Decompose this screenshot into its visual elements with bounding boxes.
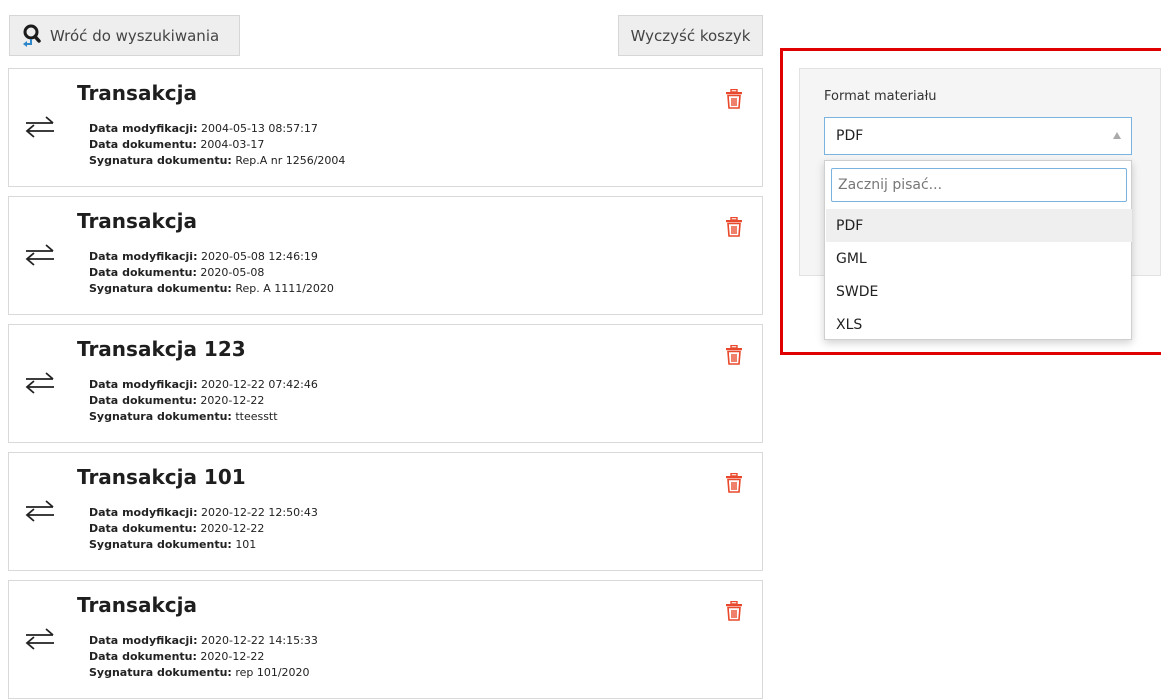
caret-up-icon <box>1113 132 1121 139</box>
modified-value: 2020-05-08 12:46:19 <box>200 250 318 263</box>
signature-label: Sygnatura dokumentu: <box>89 410 232 423</box>
cart-item-card: Transakcja Data modyfikacji: 2020-05-08 … <box>8 196 763 315</box>
cart-item-details: Data modyfikacji: 2020-12-22 14:15:33 Da… <box>89 633 318 681</box>
clear-cart-button[interactable]: Wyczyść koszyk <box>618 15 763 56</box>
format-dropdown: PDF GML SWDE XLS <box>824 160 1132 340</box>
format-option-gml[interactable]: GML <box>826 242 1132 275</box>
trash-icon[interactable] <box>725 89 743 109</box>
cart-item-details: Data modyfikacji: 2020-05-08 12:46:19 Da… <box>89 249 334 297</box>
doc-date-label: Data dokumentu: <box>89 650 197 663</box>
doc-date-value: 2020-12-22 <box>200 650 265 663</box>
signature-label: Sygnatura dokumentu: <box>89 282 232 295</box>
format-select[interactable]: PDF <box>824 117 1132 155</box>
modified-label: Data modyfikacji: <box>89 250 198 263</box>
cart-item-details: Data modyfikacji: 2020-12-22 12:50:43 Da… <box>89 505 318 553</box>
exchange-arrows-icon <box>25 500 54 522</box>
trash-icon[interactable] <box>725 345 743 365</box>
modified-value: 2020-12-22 14:15:33 <box>200 634 318 647</box>
format-label: Format materiału <box>824 89 937 104</box>
modified-label: Data modyfikacji: <box>89 122 198 135</box>
back-to-search-label: Wróć do wyszukiwania <box>50 26 220 45</box>
trash-icon[interactable] <box>725 473 743 493</box>
trash-icon[interactable] <box>725 601 743 621</box>
trash-icon[interactable] <box>725 217 743 237</box>
exchange-arrows-icon <box>25 244 54 266</box>
doc-date-value: 2020-05-08 <box>200 266 265 279</box>
doc-date-value: 2004-03-17 <box>200 138 265 151</box>
signature-value: Rep.A nr 1256/2004 <box>235 154 346 167</box>
cart-item-card: Transakcja 101 Data modyfikacji: 2020-12… <box>8 452 763 571</box>
format-search-input[interactable] <box>831 168 1127 202</box>
doc-date-value: 2020-12-22 <box>200 394 265 407</box>
exchange-arrows-icon <box>25 372 54 394</box>
format-selected-value: PDF <box>836 128 864 144</box>
exchange-arrows-icon <box>25 116 54 138</box>
modified-label: Data modyfikacji: <box>89 634 198 647</box>
doc-date-value: 2020-12-22 <box>200 522 265 535</box>
format-option-xls[interactable]: XLS <box>826 308 1132 341</box>
signature-value: rep 101/2020 <box>235 666 310 679</box>
signature-label: Sygnatura dokumentu: <box>89 538 232 551</box>
modified-label: Data modyfikacji: <box>89 506 198 519</box>
format-option-swde[interactable]: SWDE <box>826 275 1132 308</box>
doc-date-label: Data dokumentu: <box>89 522 197 535</box>
signature-label: Sygnatura dokumentu: <box>89 154 232 167</box>
format-option-pdf[interactable]: PDF <box>826 209 1132 242</box>
back-to-search-button[interactable]: Wróć do wyszukiwania <box>9 15 240 56</box>
search-back-icon <box>23 24 41 47</box>
modified-value: 2020-12-22 12:50:43 <box>200 506 318 519</box>
cart-item-title: Transakcja <box>77 209 197 233</box>
cart-item-card: Transakcja 123 Data modyfikacji: 2020-12… <box>8 324 763 443</box>
cart-item-card: Transakcja Data modyfikacji: 2020-12-22 … <box>8 580 763 699</box>
modified-value: 2020-12-22 07:42:46 <box>200 378 318 391</box>
cart-item-details: Data modyfikacji: 2004-05-13 08:57:17 Da… <box>89 121 345 169</box>
modified-label: Data modyfikacji: <box>89 378 198 391</box>
cart-item-title: Transakcja 101 <box>77 465 246 489</box>
doc-date-label: Data dokumentu: <box>89 394 197 407</box>
modified-value: 2004-05-13 08:57:17 <box>200 122 318 135</box>
exchange-arrows-icon <box>25 628 54 650</box>
cart-item-card: Transakcja Data modyfikacji: 2004-05-13 … <box>8 68 763 187</box>
signature-value: tteesstt <box>235 410 278 423</box>
cart-item-title: Transakcja <box>77 593 197 617</box>
doc-date-label: Data dokumentu: <box>89 138 197 151</box>
signature-value: 101 <box>235 538 257 551</box>
signature-value: Rep. A 1111/2020 <box>235 282 334 295</box>
signature-label: Sygnatura dokumentu: <box>89 666 232 679</box>
doc-date-label: Data dokumentu: <box>89 266 197 279</box>
cart-item-title: Transakcja 123 <box>77 337 246 361</box>
cart-item-details: Data modyfikacji: 2020-12-22 07:42:46 Da… <box>89 377 318 425</box>
cart-item-title: Transakcja <box>77 81 197 105</box>
